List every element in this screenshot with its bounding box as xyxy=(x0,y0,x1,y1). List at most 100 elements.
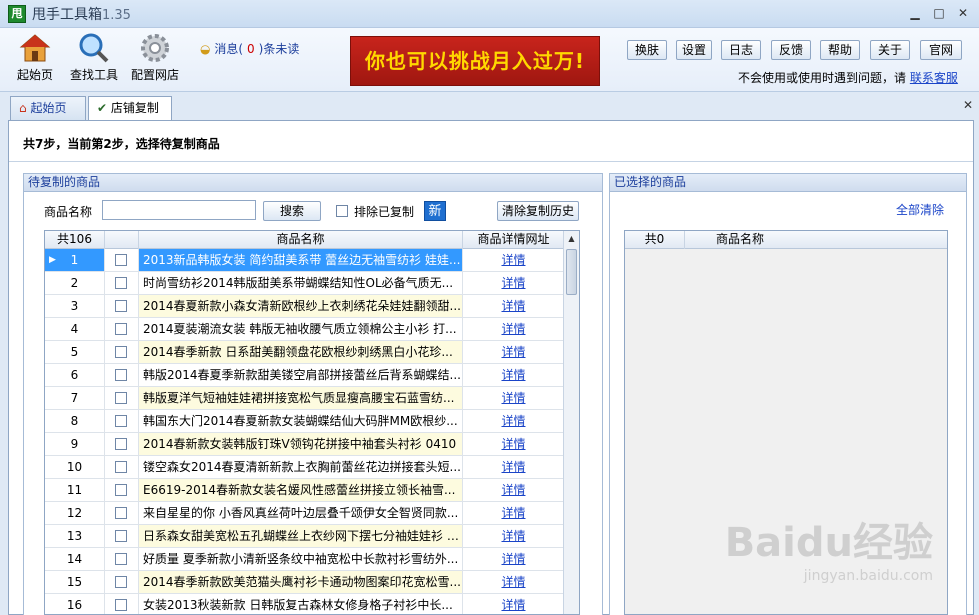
row-checkbox[interactable] xyxy=(115,346,127,358)
col-check xyxy=(105,231,139,249)
tab-home[interactable]: ⌂ 起始页 xyxy=(10,96,86,120)
row-checkbox-cell xyxy=(105,456,139,478)
row-checkbox-cell xyxy=(105,571,139,593)
row-checkbox[interactable] xyxy=(115,392,127,404)
detail-link[interactable]: 详情 xyxy=(463,433,565,455)
detail-link[interactable]: 详情 xyxy=(463,295,565,317)
row-number-text: 8 xyxy=(70,414,79,428)
promo-banner[interactable]: 你也可以挑战月入过万! xyxy=(350,36,600,86)
detail-link[interactable]: 详情 xyxy=(463,594,565,614)
product-name: 好质量 夏季新款小清新竖条纹中袖宽松中长款衬衫雪纺外... xyxy=(139,548,463,570)
house-icon: ⌂ xyxy=(19,101,27,115)
detail-link[interactable]: 详情 xyxy=(463,341,565,363)
row-checkbox[interactable] xyxy=(115,484,127,496)
row-checkbox[interactable] xyxy=(115,415,127,427)
clear-all-link[interactable]: 全部清除 xyxy=(896,201,944,218)
row-checkbox[interactable] xyxy=(115,254,127,266)
product-name-input[interactable] xyxy=(102,200,256,220)
table-row[interactable]: 6 韩版2014春夏季新款甜美镂空肩部拼接蕾丝后背系蝴蝶结... 详情 xyxy=(45,364,565,387)
table-row[interactable]: 13 日系森女甜美宽松五孔蝴蝶丝上衣纱网下摆七分袖娃娃衫 上... 详情 xyxy=(45,525,565,548)
row-number: 9 xyxy=(45,433,105,455)
detail-link[interactable]: 详情 xyxy=(463,387,565,409)
detail-link[interactable]: 详情 xyxy=(463,548,565,570)
table-row[interactable]: 7 韩版夏洋气短袖娃娃裙拼接宽松气质显瘦高腰宝石蓝雪纺... 详情 xyxy=(45,387,565,410)
row-checkbox[interactable] xyxy=(115,300,127,312)
row-checkbox[interactable] xyxy=(115,323,127,335)
row-checkbox[interactable] xyxy=(115,507,127,519)
detail-link[interactable]: 详情 xyxy=(463,502,565,524)
website-button[interactable]: 官网 xyxy=(920,40,962,60)
pending-products-table: 共106 商品名称 商品详情网址 ▶ 1 2013新品韩版女装 简约甜美系带 蕾丝边… xyxy=(44,230,580,615)
minimize-icon[interactable]: ▁ xyxy=(908,6,922,20)
row-checkbox[interactable] xyxy=(115,438,127,450)
detail-link[interactable]: 详情 xyxy=(463,318,565,340)
detail-link[interactable]: 详情 xyxy=(463,410,565,432)
row-checkbox-cell xyxy=(105,295,139,317)
skin-button[interactable]: 换肤 xyxy=(627,40,667,60)
find-tool-button[interactable]: 查找工具 xyxy=(68,32,120,83)
settings-button[interactable]: 设置 xyxy=(676,40,712,60)
table-row[interactable]: 3 2014春夏新款小森女清新欧根纱上衣刺绣花朵娃娃翻领甜... 详情 xyxy=(45,295,565,318)
table-row[interactable]: 15 2014春季新款欧美范猫头鹰衬衫卡通动物图案印花宽松雪... 详情 xyxy=(45,571,565,594)
row-checkbox[interactable] xyxy=(115,461,127,473)
product-name-label: 商品名称 xyxy=(44,205,93,219)
config-shop-button[interactable]: 配置网店 xyxy=(128,32,182,83)
about-button[interactable]: 关于 xyxy=(870,40,910,60)
log-button[interactable]: 日志 xyxy=(721,40,761,60)
row-checkbox[interactable] xyxy=(115,599,127,611)
detail-link[interactable]: 详情 xyxy=(463,571,565,593)
msg-suffix: )条未读 xyxy=(258,42,300,56)
detail-link[interactable]: 详情 xyxy=(463,456,565,478)
feedback-button[interactable]: 反馈 xyxy=(771,40,811,60)
vertical-scrollbar[interactable]: ▲ xyxy=(563,231,579,614)
message-notice[interactable]: ◒ 消息(0)条未读 xyxy=(200,40,299,57)
detail-link[interactable]: 详情 xyxy=(463,249,565,271)
help-button[interactable]: 帮助 xyxy=(820,40,860,60)
scroll-up-icon[interactable]: ▲ xyxy=(564,231,579,247)
detail-link[interactable]: 详情 xyxy=(463,525,565,547)
table-row[interactable]: 5 2014春季新款 日系甜美翻领盘花欧根纱刺绣黑白小花珍... 详情 xyxy=(45,341,565,364)
product-name: 女装2013秋装新款 日韩版复古森林女修身格子衬衫中长... xyxy=(139,594,463,614)
clear-history-button[interactable]: 清除复制历史 xyxy=(497,201,579,221)
row-checkbox[interactable] xyxy=(115,553,127,565)
table-row[interactable]: ▶ 1 2013新品韩版女装 简约甜美系带 蕾丝边无袖雪纺衫 娃娃... 详情 xyxy=(45,249,565,272)
scroll-thumb[interactable] xyxy=(566,249,577,295)
close-icon[interactable]: ✕ xyxy=(956,6,970,20)
row-checkbox-cell xyxy=(105,479,139,501)
config-shop-label: 配置网店 xyxy=(130,68,179,82)
home-tool-button[interactable]: 起始页 xyxy=(12,32,58,83)
row-number: 8 xyxy=(45,410,105,432)
detail-link[interactable]: 详情 xyxy=(463,364,565,386)
row-number: 14 xyxy=(45,548,105,570)
search-button[interactable]: 搜索 xyxy=(263,201,321,221)
row-number-text: 3 xyxy=(70,299,79,313)
table-row[interactable]: 10 镂空森女2014春夏清新新款上衣胸前蕾丝花边拼接套头短... 详情 xyxy=(45,456,565,479)
row-number: 4 xyxy=(45,318,105,340)
product-name: 韩国东大门2014春夏新款女装蝴蝶结仙大码胖MM欧根纱... xyxy=(139,410,463,432)
table-row[interactable]: 2 时尚雪纺衫2014韩版甜美系带蝴蝶结知性OL必备气质无... 详情 xyxy=(45,272,565,295)
table-row[interactable]: 8 韩国东大门2014春夏新款女装蝴蝶结仙大码胖MM欧根纱... 详情 xyxy=(45,410,565,433)
detail-link[interactable]: 详情 xyxy=(463,479,565,501)
row-checkbox[interactable] xyxy=(115,530,127,542)
watermark-text: Baidu经验 xyxy=(724,520,933,566)
row-number: 13 xyxy=(45,525,105,547)
row-checkbox[interactable] xyxy=(115,277,127,289)
maximize-icon[interactable]: □ xyxy=(932,6,946,20)
product-name: 2014春新款女装韩版钉珠V领钩花拼接中袖套头衬衫 0410 xyxy=(139,433,463,455)
row-checkbox[interactable] xyxy=(115,369,127,381)
table-row[interactable]: 12 来自星星的你 小香风真丝荷叶边层叠千颂伊女全智贤同款... 详情 xyxy=(45,502,565,525)
table-row[interactable]: 11 E6619-2014春新款女装名媛风性感蕾丝拼接立领长袖雪... 详情 xyxy=(45,479,565,502)
table-row[interactable]: 9 2014春新款女装韩版钉珠V领钩花拼接中袖套头衬衫 0410 详情 xyxy=(45,433,565,456)
close-tab-icon[interactable]: ✕ xyxy=(963,98,973,112)
table-row[interactable]: 16 女装2013秋装新款 日韩版复古森林女修身格子衬衫中长... 详情 xyxy=(45,594,565,614)
table-row[interactable]: 4 2014夏装潮流女装 韩版无袖收腰气质立领棉公主小衫 打... 详情 xyxy=(45,318,565,341)
row-number: 7 xyxy=(45,387,105,409)
table-row[interactable]: 14 好质量 夏季新款小清新竖条纹中袖宽松中长款衬衫雪纺外... 详情 xyxy=(45,548,565,571)
new-badge[interactable]: 新 xyxy=(424,201,446,221)
product-name: 2013新品韩版女装 简约甜美系带 蕾丝边无袖雪纺衫 娃娃... xyxy=(139,249,463,271)
detail-link[interactable]: 详情 xyxy=(463,272,565,294)
exclude-copied-checkbox[interactable] xyxy=(336,205,348,217)
row-checkbox[interactable] xyxy=(115,576,127,588)
tab-shop-copy[interactable]: ✔ 店铺复制 xyxy=(88,96,172,122)
contact-support-link[interactable]: 联系客服 xyxy=(910,71,958,85)
